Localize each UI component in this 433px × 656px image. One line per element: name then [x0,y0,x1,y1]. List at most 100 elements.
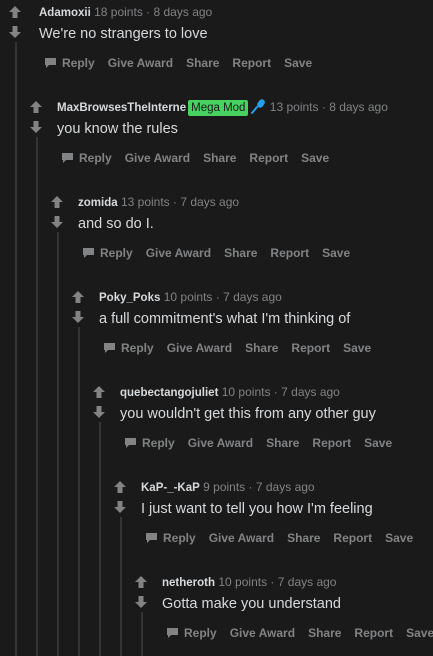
downvote-arrow-icon[interactable] [29,120,43,134]
report-button[interactable]: Report [249,150,288,166]
thread-line[interactable] [99,422,101,656]
comment-body: you wouldn't get this from any other guy [120,406,376,422]
thread-line[interactable] [36,137,38,656]
upvote-arrow-icon[interactable] [92,385,106,399]
comment-bubble-icon [146,533,157,543]
points: 10 points [221,385,271,399]
share-button[interactable]: Share [266,435,299,451]
points: 10 points [163,290,213,304]
give-award-button[interactable]: Give Award [167,340,232,356]
comment-body: and so do I. [78,216,154,232]
author-link[interactable]: Adamoxii [39,7,91,19]
upvote-arrow-icon[interactable] [134,575,148,589]
share-button[interactable]: Share [224,245,257,261]
timestamp[interactable]: 7 days ago [281,385,340,399]
report-button[interactable]: Report [270,245,309,261]
share-button[interactable]: Share [245,340,278,356]
downvote-arrow-icon[interactable] [113,500,127,514]
author-link[interactable]: MaxBrowsesTheInterne [57,102,186,114]
author-link[interactable]: quebectangojuliet [120,387,218,399]
report-button[interactable]: Report [291,340,330,356]
comment-bubble-icon [62,153,73,163]
give-award-button[interactable]: Give Award [230,625,295,641]
comment-actions: Reply Give Award Share Report Save [124,435,405,451]
thread-line[interactable] [78,327,80,656]
upvote-arrow-icon[interactable] [8,5,22,19]
comment-actions: Reply Give Award Share Report Save [103,340,384,356]
comment-bubble-icon [167,628,178,638]
author-link[interactable]: Poky_Poks [99,292,160,304]
microphone-icon [251,99,266,114]
report-button[interactable]: Report [354,625,393,641]
report-button[interactable]: Report [333,530,372,546]
reply-button[interactable]: Reply [82,245,133,261]
separator: · [215,290,220,304]
thread-line[interactable] [141,612,143,656]
downvote-arrow-icon[interactable] [92,405,106,419]
timestamp[interactable]: 7 days ago [180,195,239,209]
timestamp[interactable]: 8 days ago [329,100,388,114]
share-button[interactable]: Share [287,530,320,546]
give-award-button[interactable]: Give Award [108,55,173,71]
save-button[interactable]: Save [406,625,433,641]
thread-line[interactable] [120,517,122,656]
downvote-arrow-icon[interactable] [134,595,148,609]
comment-body: you know the rules [57,121,178,137]
share-button[interactable]: Share [186,55,219,71]
report-button[interactable]: Report [312,435,351,451]
separator: · [248,480,253,494]
points: 18 points [94,5,143,19]
reply-button[interactable]: Reply [166,625,217,641]
downvote-arrow-icon[interactable] [8,25,22,39]
vote-controls [68,290,88,324]
comment-body: a full commitment's what I'm thinking of [99,311,351,327]
save-button[interactable]: Save [385,530,413,546]
timestamp[interactable]: 7 days ago [256,480,315,494]
upvote-arrow-icon[interactable] [29,100,43,114]
points: 13 points [269,100,319,114]
comment-body: I just want to tell you how I'm feeling [141,501,373,517]
thread-line[interactable] [57,232,59,656]
reply-button[interactable]: Reply [103,340,154,356]
give-award-button[interactable]: Give Award [125,150,190,166]
timestamp[interactable]: 8 days ago [154,5,213,19]
author-link[interactable]: netheroth [162,577,215,589]
points: 9 points [203,480,246,494]
share-button[interactable]: Share [203,150,236,166]
downvote-arrow-icon[interactable] [71,310,85,324]
reply-button[interactable]: Reply [61,150,112,166]
reply-label: Reply [100,246,133,260]
reply-button[interactable]: Reply [44,55,95,71]
upvote-arrow-icon[interactable] [71,290,85,304]
save-button[interactable]: Save [301,150,329,166]
reply-button[interactable]: Reply [124,435,175,451]
separator: · [270,575,275,589]
give-award-button[interactable]: Give Award [209,530,274,546]
comment-bubble-icon [45,58,56,68]
thread-line[interactable] [15,42,17,656]
downvote-arrow-icon[interactable] [50,215,64,229]
save-button[interactable]: Save [343,340,371,356]
save-button[interactable]: Save [322,245,350,261]
save-button[interactable]: Save [284,55,312,71]
reply-label: Reply [163,531,196,545]
report-button[interactable]: Report [232,55,271,71]
reply-label: Reply [62,56,95,70]
vote-controls [47,195,67,229]
upvote-arrow-icon[interactable] [113,480,127,494]
author-link[interactable]: KaP-_-KaP [141,482,200,494]
reply-label: Reply [121,341,154,355]
give-award-button[interactable]: Give Award [146,245,211,261]
save-button[interactable]: Save [364,435,392,451]
comment-meta: zomida 13 points · 7 days ago [78,194,239,211]
timestamp[interactable]: 7 days ago [278,575,337,589]
upvote-arrow-icon[interactable] [50,195,64,209]
share-button[interactable]: Share [308,625,341,641]
comment-actions: Reply Give Award Share Report Save [44,55,325,71]
give-award-button[interactable]: Give Award [188,435,253,451]
separator: · [321,100,326,114]
author-link[interactable]: zomida [78,197,118,209]
reply-button[interactable]: Reply [145,530,196,546]
vote-controls [26,100,46,134]
timestamp[interactable]: 7 days ago [223,290,282,304]
